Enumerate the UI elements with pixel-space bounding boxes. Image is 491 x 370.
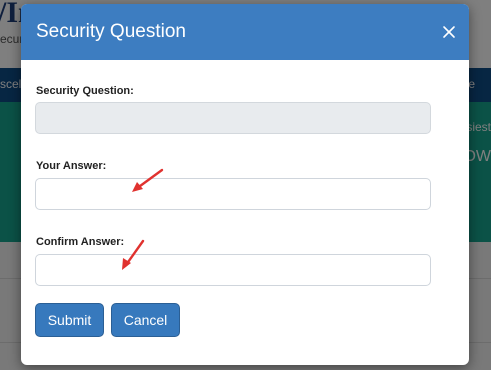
security-question-field [35, 102, 431, 134]
your-answer-label: Your Answer: [36, 160, 107, 172]
confirm-answer-input[interactable] [35, 254, 431, 286]
modal-header: Security Question [21, 4, 469, 60]
cancel-button[interactable]: Cancel [111, 303, 180, 337]
security-question-label: Security Question: [36, 85, 134, 97]
submit-button[interactable]: Submit [35, 303, 104, 337]
security-question-modal: Security Question Security Question: You… [21, 4, 469, 365]
close-icon [443, 26, 455, 38]
close-button[interactable] [439, 22, 459, 42]
confirm-answer-label: Confirm Answer: [36, 236, 125, 248]
modal-title: Security Question [36, 21, 186, 42]
your-answer-input[interactable] [35, 178, 431, 210]
